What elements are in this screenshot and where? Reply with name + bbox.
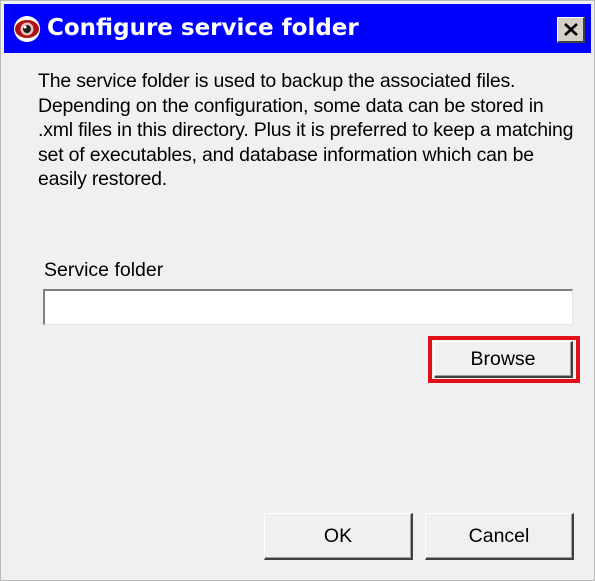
eye-icon — [13, 15, 41, 43]
description-text: The service folder is used to backup the… — [38, 70, 574, 190]
close-icon — [564, 23, 578, 36]
service-folder-label: Service folder — [44, 259, 164, 281]
close-button[interactable] — [557, 17, 585, 43]
title-bar[interactable]: Configure service folder — [4, 4, 591, 53]
ok-button[interactable]: OK — [264, 513, 413, 560]
browse-button[interactable]: Browse — [434, 341, 573, 378]
window-title: Configure service folder — [47, 15, 359, 41]
service-folder-input[interactable] — [43, 289, 573, 325]
configure-service-folder-dialog: Configure service folder The service fol… — [0, 0, 595, 581]
cancel-button[interactable]: Cancel — [425, 513, 574, 560]
